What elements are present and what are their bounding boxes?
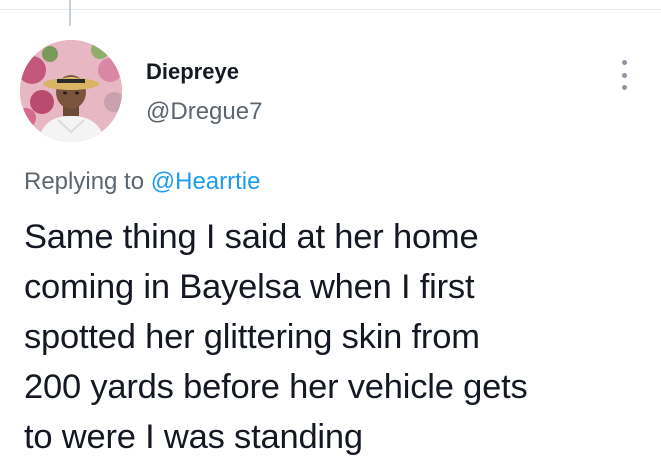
- top-divider: [0, 9, 661, 10]
- replying-to-handle-link[interactable]: @Hearrtie: [151, 168, 261, 195]
- replying-to: Replying to @Hearrtie: [24, 166, 260, 198]
- more-options-button[interactable]: [612, 60, 636, 90]
- tweet-text-line: Same thing I said at her home: [24, 218, 479, 256]
- thread-connector-line: [69, 0, 71, 26]
- more-vertical-icon-dot: [621, 72, 627, 78]
- tweet-author: Diepreye @Dregue7: [146, 58, 262, 128]
- more-vertical-icon: [621, 60, 627, 65]
- author-handle[interactable]: @Dregue7: [146, 96, 262, 128]
- more-vertical-icon-dot: [621, 85, 627, 90]
- tweet-text-line: to were I was standing: [24, 418, 363, 456]
- tweet-text-line: coming in Bayelsa when I first: [24, 268, 475, 306]
- replying-to-label: Replying to: [24, 168, 145, 195]
- tweet-text-line: 200 yards before her vehicle gets: [24, 368, 528, 406]
- author-display-name[interactable]: Diepreye: [146, 58, 262, 86]
- avatar[interactable]: [20, 40, 122, 142]
- tweet-text: Same thing I said at her home coming in …: [24, 212, 644, 462]
- profile-photo-icon: [20, 40, 122, 142]
- tweet-text-line: spotted her glittering skin from: [24, 318, 480, 356]
